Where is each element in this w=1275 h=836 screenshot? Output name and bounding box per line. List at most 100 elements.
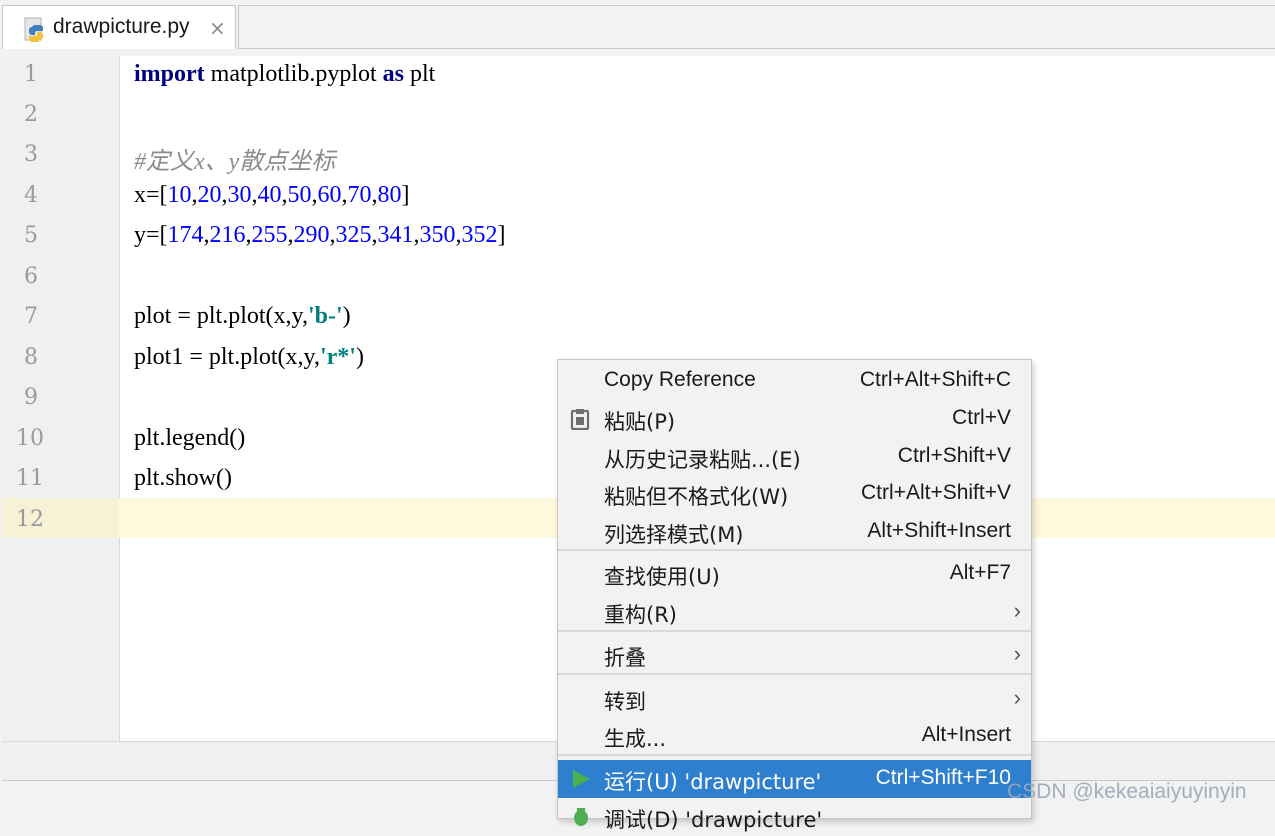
menu-item-goto[interactable]: 转到 › [558,680,1031,718]
code-text: y=[ [134,222,168,248]
clipboard-icon [570,408,590,435]
menu-item-shortcut: Ctrl+V [952,406,1011,429]
menu-item-label: 粘贴但不格式化(W) [604,485,789,509]
close-tab-icon[interactable]: × [209,16,226,40]
code-line-10: plt.legend() [134,425,246,451]
code-line-8: plot1 = plt.plot(x,y,'r*') [134,344,364,371]
menu-item-label: 从历史记录粘贴...(E) [604,448,801,472]
watermark-text: CSDN @kekeaiaiyuyinyin [1007,780,1247,803]
code-line-1: import matplotlib.pyplot as plt [134,61,435,88]
code-line-3: #定义x、y散点坐标 [134,141,335,176]
menu-separator [558,549,1031,551]
code-text: ] [401,182,410,208]
number-literal: 80 [377,182,402,208]
code-text: ) [355,344,364,370]
number-literal: 341 [377,222,414,248]
code-text: x=[ [134,182,168,208]
menu-item-label: Copy Reference [604,368,756,391]
menu-item-label: 生成... [604,727,667,751]
line-number: 1 [24,62,38,87]
line-number: 10 [16,426,44,451]
menu-item-shortcut: Alt+Shift+Insert [867,519,1011,542]
python-file-icon [23,17,49,47]
line-number: 11 [16,466,44,491]
number-literal: 350 [419,222,456,248]
number-literal: 255 [251,222,288,248]
menu-item-shortcut: Ctrl+Shift+F10 [875,766,1011,789]
number-literal: 10 [167,182,192,208]
code-text: plot1 = plt.plot(x,y, [134,344,320,370]
menu-item-copy-reference[interactable]: Copy Reference Ctrl+Alt+Shift+C [558,362,1031,400]
keyword-import: import [134,61,205,87]
code-line-7: plot = plt.plot(x,y,'b-') [134,303,351,330]
number-literal: 325 [335,222,372,248]
code-text: ] [497,222,506,248]
debug-icon [570,806,592,833]
code-line-11: plt.show() [134,465,232,491]
tab-title: drawpicture.py [53,15,190,38]
number-literal: 50 [287,182,312,208]
number-literal: 70 [347,182,372,208]
menu-item-label: 列选择模式(M) [604,523,744,547]
number-literal: 60 [317,182,342,208]
menu-item-label: 查找使用(U) [604,565,720,589]
menu-item-paste-without-formatting[interactable]: 粘贴但不格式化(W) Ctrl+Alt+Shift+V [558,475,1031,513]
menu-item-debug-drawpicture[interactable]: 调试(D) 'drawpicture' [558,798,1031,836]
code-comment: #定义x、y散点坐标 [134,149,336,175]
number-literal: 40 [257,182,282,208]
number-literal: 352 [461,222,498,248]
editor-context-menu: Copy Reference Ctrl+Alt+Shift+C 粘贴(P) Ct… [557,359,1032,832]
submenu-arrow-icon: › [1013,641,1021,666]
menu-separator [558,630,1031,632]
menu-item-shortcut: Ctrl+Shift+V [897,444,1011,467]
menu-item-label: 折叠 [604,646,646,670]
submenu-arrow-icon: › [1013,598,1021,623]
menu-item-label: 粘贴(P) [604,410,676,434]
menu-item-folding[interactable]: 折叠 › [558,636,1031,674]
line-number: 5 [24,223,38,248]
alias-name: plt [404,61,436,87]
code-text: ) [342,303,351,329]
menu-item-refactor[interactable]: 重构(R) › [558,593,1031,631]
string-literal: 'b-' [307,303,343,329]
menu-item-label: 调试(D) 'drawpicture' [604,808,823,832]
menu-item-shortcut: Ctrl+Alt+Shift+V [861,481,1011,504]
line-number: 7 [24,304,38,329]
menu-separator [558,754,1031,756]
menu-item-paste-from-history[interactable]: 从历史记录粘贴...(E) Ctrl+Shift+V [558,438,1031,476]
menu-item-label: 转到 [604,690,646,714]
code-text: plot = plt.plot(x,y, [134,303,308,329]
menu-item-find-usages[interactable]: 查找使用(U) Alt+F7 [558,555,1031,593]
line-number: 12 [16,507,44,532]
number-literal: 174 [167,222,204,248]
menu-item-shortcut: Alt+Insert [921,723,1011,746]
editor-tab-bar: drawpicture.py × [0,0,1275,56]
code-line-4: x=[10,20,30,40,50,60,70,80] [134,182,410,208]
line-number: 2 [24,102,38,127]
menu-item-column-selection-mode[interactable]: 列选择模式(M) Alt+Shift+Insert [558,513,1031,551]
line-number: 4 [24,183,38,208]
number-literal: 290 [293,222,330,248]
submenu-arrow-icon: › [1013,685,1021,710]
code-line-5: y=[174,216,255,290,325,341,350,352] [134,222,506,248]
menu-item-label: 运行(U) 'drawpicture' [604,770,822,794]
number-literal: 30 [227,182,252,208]
tab-strip-empty [238,5,1275,49]
keyword-as: as [382,61,404,87]
number-literal: 20 [197,182,222,208]
line-number: 8 [24,345,38,370]
menu-item-generate[interactable]: 生成... Alt+Insert [558,717,1031,755]
number-literal: 216 [209,222,246,248]
menu-item-label: 重构(R) [604,603,677,627]
menu-item-shortcut: Alt+F7 [949,561,1011,584]
line-number: 9 [24,385,38,410]
menu-item-paste[interactable]: 粘贴(P) Ctrl+V [558,400,1031,438]
line-number: 3 [24,142,38,167]
menu-item-run-drawpicture[interactable]: 运行(U) 'drawpicture' Ctrl+Shift+F10 [558,760,1031,798]
menu-separator [558,673,1031,675]
run-icon [570,768,592,795]
module-name: matplotlib.pyplot [204,61,383,87]
file-tab-drawpicture[interactable]: drawpicture.py × [2,5,236,49]
string-literal: 'r*' [319,344,356,370]
line-number: 6 [24,264,38,289]
